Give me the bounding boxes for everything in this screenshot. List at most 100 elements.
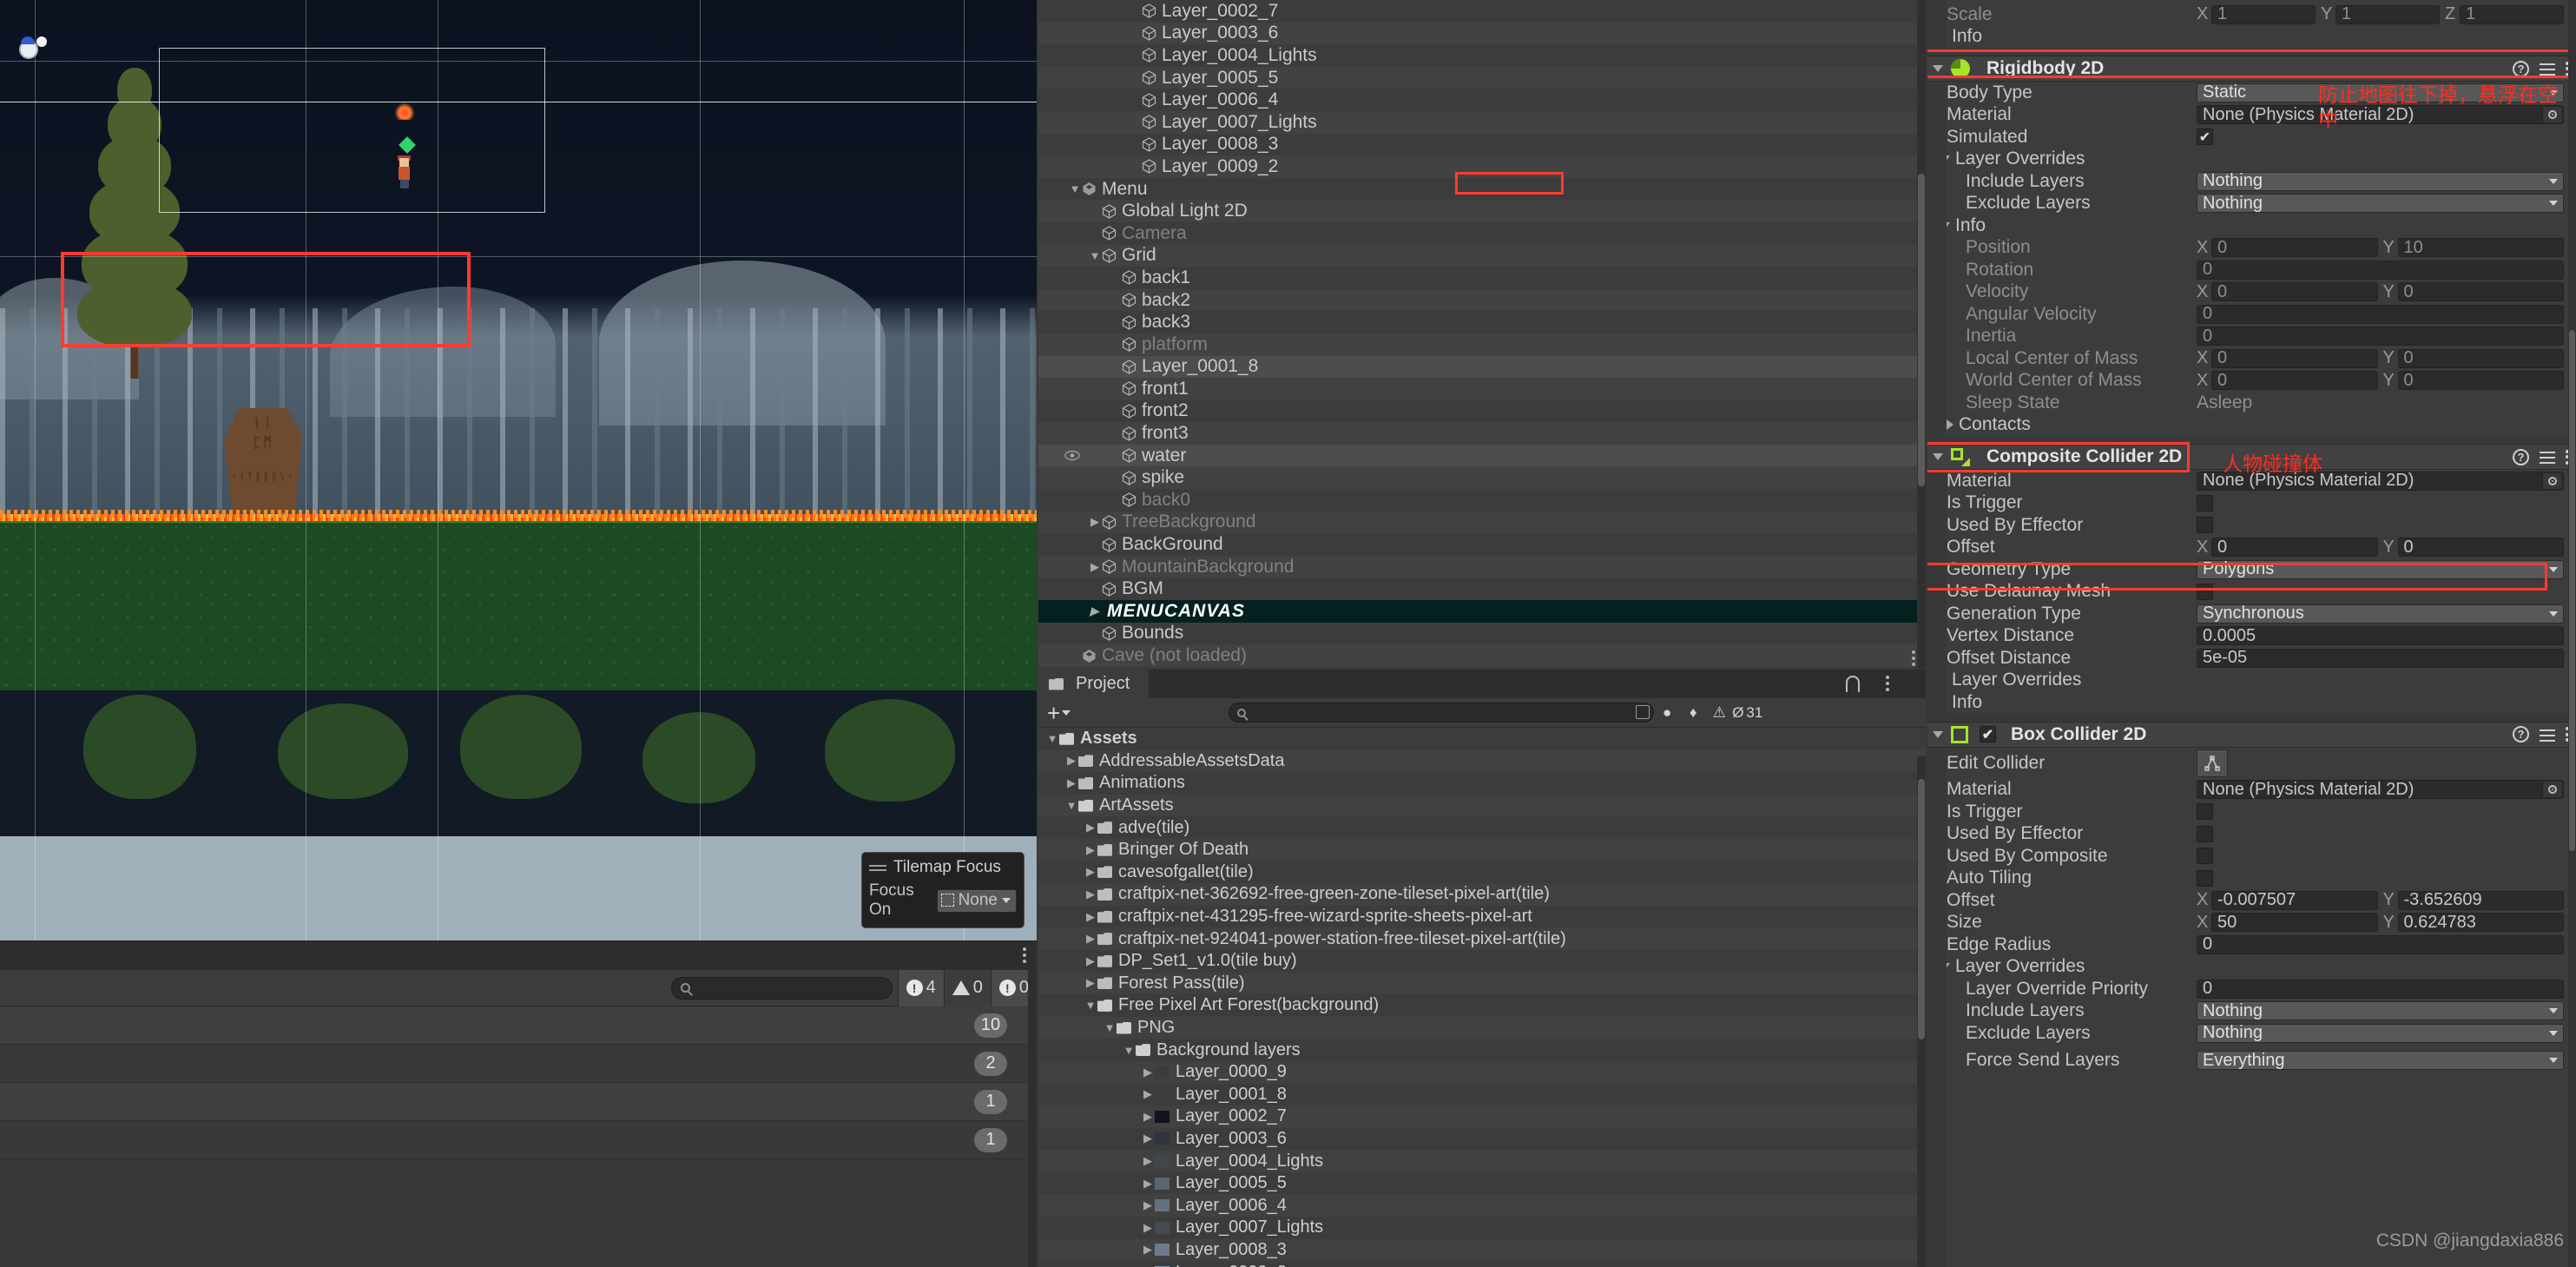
hierarchy-row[interactable]: ▶MENUCANVAS [1038,600,1926,623]
chevron-down-icon[interactable]: ▼ [1122,1044,1136,1057]
hierarchy-row[interactable]: ▶MountainBackground [1038,556,1926,578]
cc-used-by-effector-checkbox[interactable] [2197,517,2213,533]
project-row[interactable]: ▶Forest Pass(tile) [1038,973,1926,995]
bc-layer-overrides-foldout[interactable]: Layer Overrides [1927,956,2576,979]
scale-y-field[interactable]: 1 [2336,5,2440,24]
scene-menu-icon[interactable] [1912,648,1915,669]
cc-offset-y[interactable]: 0 [2398,538,2565,557]
hierarchy-row[interactable]: Bounds [1038,623,1926,645]
visibility-toggle-icon[interactable] [1064,445,1080,466]
console-row[interactable]: 10 [0,1006,1037,1045]
object-picker-icon[interactable] [2542,473,2561,489]
console-menu-icon[interactable] [1023,945,1026,966]
chevron-right-icon[interactable]: ▶ [1084,976,1097,990]
filter-by-label-icon[interactable]: ♦ [1680,700,1706,726]
project-row[interactable]: ▶Layer_0002_7 [1038,1105,1926,1128]
rb-contacts-foldout[interactable]: Contacts [1927,414,2576,437]
hierarchy-row[interactable]: platform [1038,333,1926,356]
hierarchy-row[interactable]: BackGround [1038,533,1926,556]
cc-layer-overrides-foldout[interactable]: Layer Overrides [1927,670,2576,692]
filter-by-type-icon[interactable]: ● [1654,700,1680,726]
chevron-right-icon[interactable]: ▶ [1088,604,1102,618]
chevron-down-icon[interactable]: ▼ [1064,799,1078,812]
hierarchy-row[interactable]: Layer_0004_Lights [1038,44,1926,67]
project-search-input[interactable] [1229,703,1654,723]
chevron-right-icon[interactable]: ▶ [1088,560,1102,574]
chevron-right-icon[interactable]: ▶ [1141,1066,1155,1079]
bc-size-y[interactable]: 0.624783 [2398,913,2565,932]
chevron-right-icon[interactable]: ▶ [1141,1110,1155,1124]
chevron-down-icon[interactable]: ▼ [1084,999,1097,1012]
bc-size-x[interactable]: 50 [2211,913,2378,932]
chevron-down-icon[interactable]: ▼ [1088,249,1102,262]
preset-icon[interactable] [2540,61,2555,76]
chevron-down-icon[interactable] [1933,65,1943,72]
chevron-right-icon[interactable]: ▶ [1064,776,1078,790]
help-icon[interactable]: ? [2513,449,2529,465]
chevron-right-icon[interactable]: ▶ [1084,954,1097,968]
project-row[interactable]: ▶craftpix-net-362692-free-green-zone-til… [1038,883,1926,906]
project-row[interactable]: ▶cavesofgallet(tile) [1038,861,1926,884]
bc-auto-tiling-checkbox[interactable] [2197,870,2213,887]
hierarchy-row[interactable]: Layer_0003_6 [1038,23,1926,45]
rb-layer-overrides-foldout[interactable]: Layer Overrides [1927,148,2576,171]
box-collider2d-header[interactable]: ✔ Box Collider 2D ? [1927,722,2576,748]
console-error-count[interactable]: ! 4 [898,970,944,1006]
bc-layer-override-priority-field[interactable]: 0 [2197,980,2564,999]
hierarchy-row[interactable]: Forest (not loaded) [1038,667,1926,669]
preset-icon[interactable] [2540,727,2555,742]
search-expand-icon[interactable] [1636,705,1650,719]
bc-offset-x[interactable]: -0.007507 [2211,891,2378,910]
drag-handle-icon[interactable] [869,862,886,874]
project-row[interactable]: ▶AddressableAssetsData [1038,750,1926,773]
project-row[interactable]: ▶Layer_0009_2 [1038,1261,1926,1267]
rb-include-layers-dropdown[interactable]: Nothing [2197,172,2564,191]
filter-warning-icon[interactable]: ⚠ [1706,700,1732,726]
composite-collider2d-header[interactable]: Composite Collider 2D ? [1927,444,2576,470]
preset-icon[interactable] [2540,449,2555,465]
hierarchy-row[interactable]: water [1038,445,1926,467]
project-row[interactable]: ▶Layer_0005_5 [1038,1172,1926,1195]
bc-is-trigger-checkbox[interactable] [2197,803,2213,820]
chevron-down-icon[interactable] [1933,453,1943,460]
cc-info-foldout[interactable]: Info [1927,691,2576,714]
console-warning-count[interactable]: 0 [944,970,991,1006]
cc-generation-type-dropdown[interactable]: Synchronous [2197,604,2564,624]
focus-on-dropdown[interactable]: None [937,889,1017,913]
chevron-right-icon[interactable]: ▶ [1084,865,1097,879]
help-icon[interactable]: ? [2513,61,2529,77]
project-row[interactable]: ▶Bringer Of Death [1038,839,1926,861]
rb-material-field[interactable]: None (Physics Material 2D) [2197,105,2564,124]
hierarchy-scrollbar[interactable] [1917,0,1926,669]
hierarchy-row[interactable]: back0 [1038,489,1926,511]
bc-used-by-composite-checkbox[interactable] [2197,848,2213,864]
project-row[interactable]: ▶Layer_0004_Lights [1038,1150,1926,1172]
scene-view[interactable]: ᚾᛁ ᛈᛗ ᚲᚾᚨᛒᛒᚱᛊᚲ [0,0,1037,940]
chevron-right-icon[interactable]: ▶ [1141,1132,1155,1145]
hierarchy-row[interactable]: Camera [1038,222,1926,245]
hierarchy-row[interactable]: Global Light 2D [1038,200,1926,222]
console-scrollbar[interactable] [1028,941,1037,1267]
project-row[interactable]: ▶Layer_0007_Lights [1038,1217,1926,1239]
chevron-down-icon[interactable]: ▼ [1045,732,1059,745]
chevron-right-icon[interactable]: ▶ [1084,910,1097,924]
cc-use-delaunay-checkbox[interactable] [2197,584,2213,600]
chevron-down-icon[interactable]: ▼ [1103,1021,1117,1034]
hierarchy-row[interactable]: ▼Grid [1038,245,1926,267]
cc-vertex-distance-field[interactable]: 0.0005 [2197,626,2564,645]
tilemap-focus-overlay[interactable]: Tilemap Focus Focus On None [861,852,1024,928]
project-row[interactable]: ▶adve(tile) [1038,816,1926,839]
project-row[interactable]: ▼ArtAssets [1038,795,1926,817]
chevron-right-icon[interactable]: ▶ [1084,843,1097,857]
console-row[interactable]: 1 [0,1121,1037,1159]
rb-simulated-checkbox[interactable]: ✔ [2197,129,2213,145]
rb-info-foldout[interactable]: Info [1927,214,2576,237]
chevron-right-icon[interactable]: ▶ [1141,1177,1155,1191]
cc-offset-x[interactable]: 0 [2211,538,2378,557]
chevron-right-icon[interactable]: ▶ [1141,1154,1155,1168]
hierarchy-row[interactable]: Layer_0009_2 [1038,155,1926,178]
chevron-right-icon[interactable]: ▶ [1064,754,1078,768]
edit-collider-button[interactable] [2197,749,2228,777]
bc-edge-radius-field[interactable]: 0 [2197,935,2564,954]
cc-is-trigger-checkbox[interactable] [2197,495,2213,511]
